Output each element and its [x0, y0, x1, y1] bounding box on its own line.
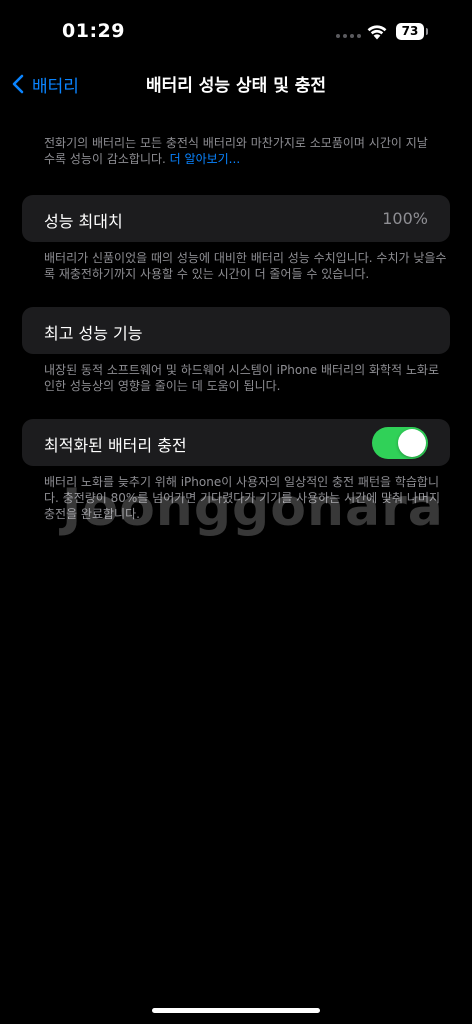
navigation-bar: 배터리 배터리 성능 상태 및 충전: [0, 64, 472, 104]
optimized-charging-cell: 최적화된 배터리 충전: [22, 419, 450, 466]
toggle-knob: [398, 429, 426, 457]
maximum-capacity-footnote: 배터리가 신품이었을 때의 성능에 대비한 배터리 성능 수치입니다. 수치가 …: [44, 251, 447, 281]
peak-performance-label: 최고 성능 기능: [44, 324, 143, 343]
battery-cap: [426, 28, 428, 35]
maximum-capacity-cell: 성능 최대치 100%: [22, 195, 450, 242]
maximum-capacity-value: 100%: [382, 209, 428, 228]
intro-description: 전화기의 배터리는 모든 충전식 배터리와 마찬가지로 소모품이며 시간이 지날…: [44, 135, 432, 167]
status-bar: 01:29 73: [0, 0, 472, 64]
learn-more-link[interactable]: 더 알아보기...: [170, 152, 240, 166]
status-time: 01:29: [62, 20, 125, 42]
optimized-charging-toggle[interactable]: [372, 427, 428, 459]
home-indicator[interactable]: [152, 1008, 320, 1013]
wifi-icon: [367, 25, 387, 40]
optimized-charging-footnote: 배터리 노화를 늦추기 위해 iPhone이 사용자의 일상적인 충전 패턴을 …: [44, 475, 441, 521]
page-title: 배터리 성능 상태 및 충전: [145, 76, 327, 96]
maximum-capacity-label: 성능 최대치: [44, 212, 123, 231]
battery-icon: 73: [396, 23, 424, 40]
optimized-charging-label: 최적화된 배터리 충전: [44, 436, 187, 455]
peak-performance-cell: 최고 성능 기능: [22, 307, 450, 354]
cellular-signal-icon: [336, 34, 361, 38]
peak-performance-footnote: 내장된 동적 소프트웨어 및 하드웨어 시스템이 iPhone 배터리의 화학적…: [44, 363, 439, 393]
